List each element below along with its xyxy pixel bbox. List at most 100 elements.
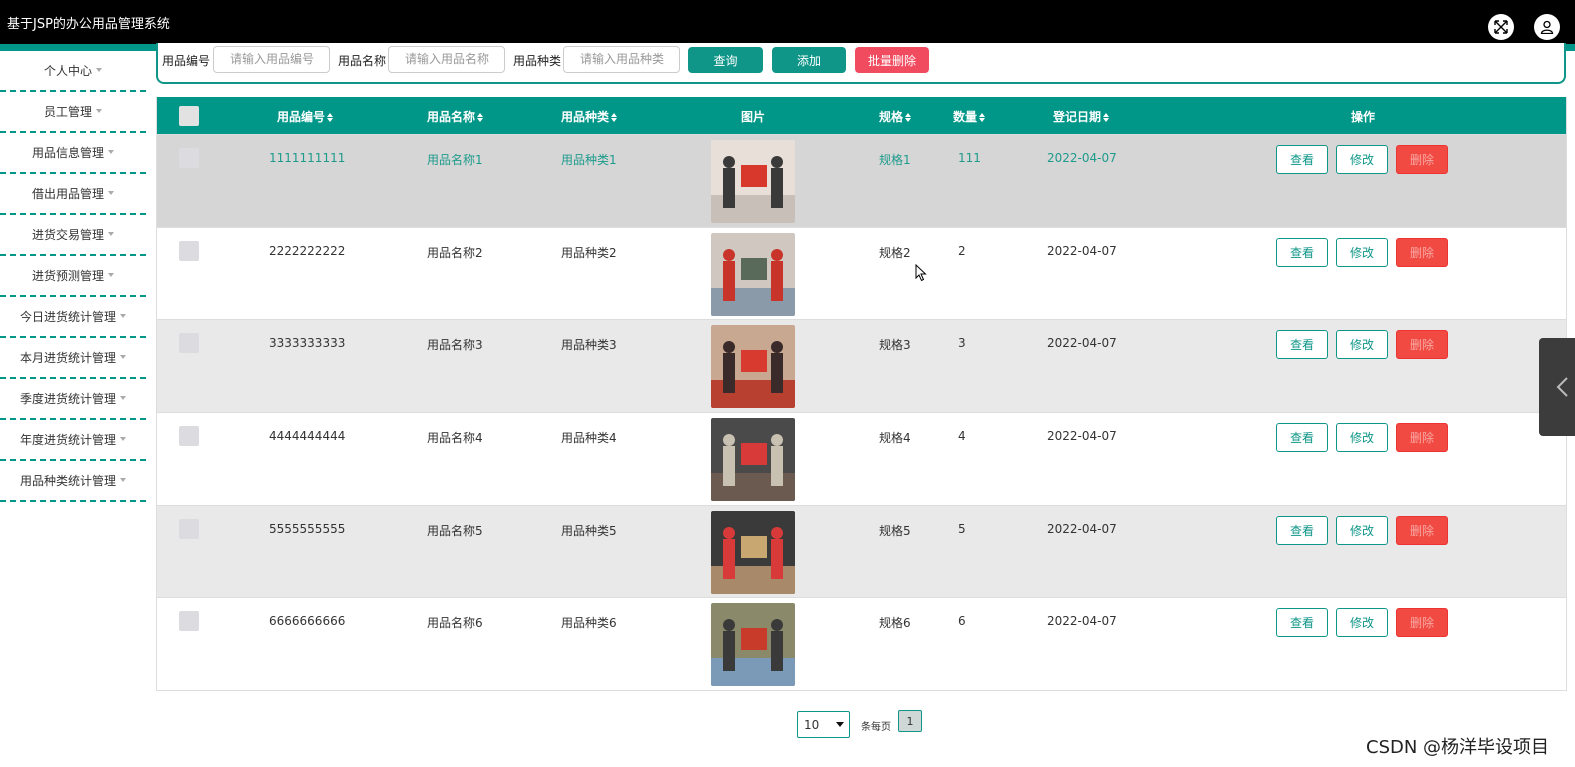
- delete-button[interactable]: 删除: [1396, 515, 1448, 545]
- sidebar-item-label: 个人中心: [43, 64, 92, 78]
- cell-code: 4444444444: [269, 429, 346, 444]
- batch-delete-button[interactable]: 批量删除: [855, 47, 929, 73]
- cell-type: 用品种类3: [561, 338, 617, 353]
- cell-date: 2022-04-07: [1047, 429, 1117, 444]
- edit-button[interactable]: 修改: [1336, 145, 1388, 174]
- cell-qty: 5: [958, 521, 966, 536]
- code-search-input[interactable]: 请输入用品编号: [213, 46, 330, 73]
- page-button-1[interactable]: 1: [898, 710, 922, 732]
- row-checkbox[interactable]: [179, 611, 199, 632]
- user-button[interactable]: [1534, 14, 1560, 40]
- query-button[interactable]: 查询: [688, 47, 763, 73]
- sidebar-item[interactable]: 今日进货统计管理: [0, 297, 146, 338]
- delete-button[interactable]: 删除: [1396, 330, 1448, 360]
- cell-spec: 规格4: [879, 431, 911, 446]
- view-button[interactable]: 查看: [1276, 145, 1328, 174]
- delete-button[interactable]: 删除: [1396, 237, 1448, 267]
- sidebar-item[interactable]: 员工管理: [0, 92, 146, 133]
- delete-button[interactable]: 删除: [1396, 423, 1448, 453]
- edit-button[interactable]: 修改: [1336, 330, 1388, 360]
- per-page-label: 条每页: [861, 722, 891, 733]
- cell-code: 5555555555: [269, 521, 346, 536]
- cell-date: 2022-04-07: [1047, 614, 1117, 629]
- sort-icon: [611, 113, 618, 122]
- sidebar-item[interactable]: 进货交易管理: [0, 215, 146, 256]
- sidebar-item[interactable]: 用品信息管理: [0, 133, 146, 174]
- sidebar-item-label: 进货预测管理: [31, 269, 104, 283]
- header-name[interactable]: 用品名称: [427, 108, 484, 125]
- expand-icon: [1494, 20, 1508, 34]
- header-spec[interactable]: 规格: [879, 108, 912, 125]
- top-header: 基于JSP的办公用品管理系统: [0, 0, 1575, 44]
- add-button[interactable]: 添加: [772, 47, 846, 73]
- sidebar-item-label: 员工管理: [43, 105, 92, 119]
- cell-name: 用品名称4: [427, 431, 483, 446]
- edit-button[interactable]: 修改: [1336, 515, 1388, 545]
- view-button[interactable]: 查看: [1276, 515, 1328, 545]
- sort-icon: [905, 113, 912, 122]
- cell-code: 3333333333: [269, 336, 346, 351]
- sidebar-item-label: 用品种类统计管理: [19, 474, 116, 488]
- caret-down-icon: [108, 231, 114, 236]
- caret-down-icon: [108, 190, 114, 195]
- view-button[interactable]: 查看: [1276, 237, 1328, 267]
- name-search-input[interactable]: 请输入用品名称: [388, 46, 505, 73]
- view-button[interactable]: 查看: [1276, 330, 1328, 360]
- header-date[interactable]: 登记日期: [1053, 108, 1110, 125]
- type-search-input[interactable]: 请输入用品种类: [563, 46, 680, 73]
- header-code[interactable]: 用品编号: [277, 108, 334, 125]
- select-all-checkbox[interactable]: [179, 106, 199, 126]
- cell-type: 用品种类4: [561, 431, 617, 446]
- delete-button[interactable]: 删除: [1396, 145, 1448, 174]
- row-checkbox[interactable]: [179, 333, 199, 354]
- sidebar-item[interactable]: 年度进货统计管理: [0, 420, 146, 461]
- cell-type: 用品种类5: [561, 523, 617, 538]
- edit-button[interactable]: 修改: [1336, 237, 1388, 267]
- view-button[interactable]: 查看: [1276, 608, 1328, 638]
- view-button[interactable]: 查看: [1276, 423, 1328, 453]
- side-collapse-tab[interactable]: [1539, 338, 1575, 436]
- row-checkbox[interactable]: [179, 518, 199, 539]
- cell-name: 用品名称6: [427, 616, 483, 631]
- cell-spec: 规格3: [879, 338, 911, 353]
- row-checkbox[interactable]: [179, 426, 199, 447]
- cell-name: 用品名称2: [427, 245, 483, 260]
- row-checkbox[interactable]: [179, 148, 199, 168]
- caret-down-icon: [120, 477, 126, 482]
- sidebar-item[interactable]: 进货预测管理: [0, 256, 146, 297]
- delete-button[interactable]: 删除: [1396, 608, 1448, 638]
- caret-down-icon: [108, 272, 114, 277]
- sidebar-item-label: 年度进货统计管理: [19, 433, 116, 447]
- header-image: 图片: [741, 110, 766, 124]
- header-type[interactable]: 用品种类: [561, 108, 618, 125]
- sidebar-item[interactable]: 季度进货统计管理: [0, 379, 146, 420]
- cell-qty: 6: [958, 614, 966, 629]
- code-label: 用品编号: [162, 54, 211, 68]
- table-row: 3333333333 用品名称3 用品种类3 规格3 3 2022-04-07 查看 修改 删除: [157, 319, 1566, 413]
- page-size-select[interactable]: 10: [797, 711, 850, 738]
- edit-button[interactable]: 修改: [1336, 423, 1388, 453]
- fullscreen-button[interactable]: [1488, 14, 1514, 40]
- cell-code: 1111111111: [269, 151, 346, 165]
- sidebar-item[interactable]: 本月进货统计管理: [0, 338, 146, 379]
- cell-code: 2222222222: [269, 243, 346, 258]
- row-checkbox[interactable]: [179, 240, 199, 261]
- sort-icon: [1103, 113, 1110, 122]
- table-body: 1111111111 用品名称1 用品种类1 规格1 111 2022-04-07 查看 修改…: [157, 134, 1566, 690]
- edit-button[interactable]: 修改: [1336, 608, 1388, 638]
- header-qty[interactable]: 数量: [953, 108, 986, 125]
- cell-name: 用品名称1: [427, 153, 483, 167]
- goods-photo: [711, 510, 795, 594]
- sort-icon: [327, 113, 334, 122]
- table-row: 1111111111 用品名称1 用品种类1 规格1 111 2022-04-07 查看 修改…: [157, 134, 1566, 227]
- cell-name: 用品名称3: [427, 338, 483, 353]
- table-header: 用品编号 用品名称 用品种类 图片 规格 数量 登记日期 操作: [157, 97, 1566, 134]
- sidebar-item[interactable]: 用品种类统计管理: [0, 461, 146, 502]
- sidebar-item[interactable]: 个人中心: [0, 51, 146, 92]
- sort-icon: [979, 113, 986, 122]
- table-row: 6666666666 用品名称6 用品种类6 规格6 6 2022-04-07 查看 修改 删除: [157, 597, 1566, 690]
- user-icon: [1540, 20, 1554, 34]
- goods-photo: [711, 232, 795, 316]
- caret-down-icon: [120, 313, 126, 318]
- sidebar-item[interactable]: 借出用品管理: [0, 174, 146, 215]
